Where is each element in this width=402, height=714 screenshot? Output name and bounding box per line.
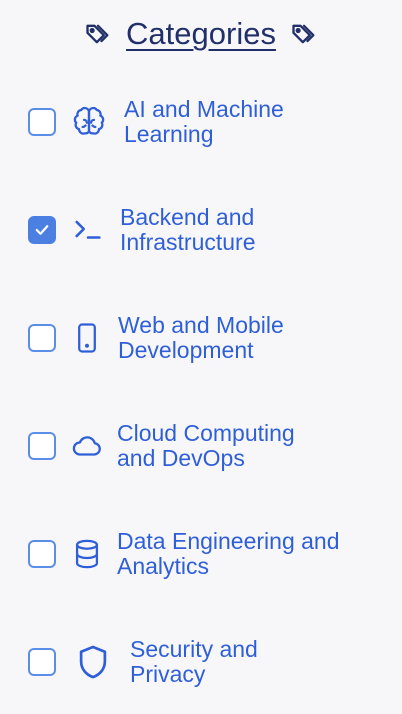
tag-icon: [84, 20, 112, 48]
category-item-web-mobile-development[interactable]: Web and Mobile Development: [28, 302, 388, 374]
categories-header: Categories: [0, 14, 402, 54]
page-title: Categories: [126, 16, 276, 51]
category-item-data-engineering-analytics[interactable]: Data Engineering and Analytics: [28, 518, 388, 590]
category-item-cloud-devops[interactable]: Cloud Computing and DevOps: [28, 410, 388, 482]
category-label: Data Engineering and Analytics: [117, 528, 340, 579]
category-label: Cloud Computing and DevOps: [117, 420, 295, 471]
database-icon: [70, 537, 104, 571]
category-label: AI and Machine Learning: [124, 96, 284, 147]
category-label: Web and Mobile Development: [118, 312, 284, 363]
terminal-icon: [71, 212, 105, 246]
category-checkbox[interactable]: [28, 324, 56, 352]
category-item-ai-machine-learning[interactable]: AI and Machine Learning: [28, 86, 388, 158]
category-checkbox[interactable]: [28, 216, 56, 244]
smartphone-icon: [70, 321, 104, 355]
category-item-backend-infrastructure[interactable]: Backend and Infrastructure: [28, 194, 388, 266]
brain-icon: [72, 105, 106, 139]
category-label: Security and Privacy: [130, 636, 258, 687]
tag-icon: [290, 20, 318, 48]
category-label: Backend and Infrastructure: [120, 204, 256, 255]
shield-icon: [74, 643, 112, 681]
category-checkbox[interactable]: [28, 648, 56, 676]
category-item-security-privacy[interactable]: Security and Privacy: [28, 626, 388, 698]
category-checkbox[interactable]: [28, 540, 56, 568]
category-checkbox[interactable]: [28, 432, 56, 460]
category-checkbox[interactable]: [28, 108, 56, 136]
cloud-icon: [70, 429, 104, 463]
